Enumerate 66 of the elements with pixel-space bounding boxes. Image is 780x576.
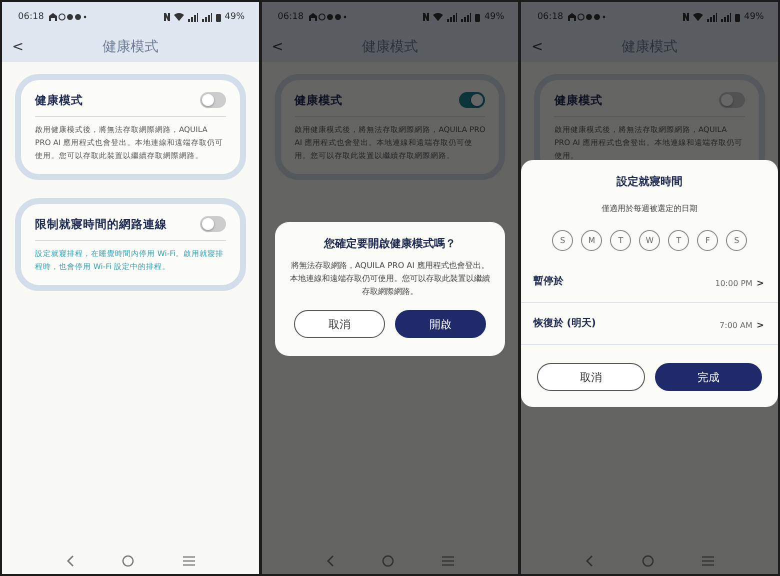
screen-title: 健康模式 — [101, 38, 160, 56]
menu-icon[interactable] — [182, 556, 195, 566]
toggle-switch[interactable] — [459, 92, 486, 108]
wifi-icon — [692, 13, 703, 21]
wifi-icon — [174, 13, 184, 21]
day-toggle[interactable]: S — [552, 230, 574, 251]
time-value: 7:00 AM — [720, 321, 752, 330]
day-toggle[interactable]: T — [668, 230, 690, 251]
time-label: 暫停於 — [533, 274, 564, 288]
time-label: 恢復於 (明天) — [533, 316, 596, 330]
day-toggle[interactable]: W — [639, 230, 660, 251]
confirm-button[interactable]: 開啟 — [395, 310, 486, 338]
signal-icon — [188, 12, 198, 22]
home-nav-icon[interactable] — [642, 555, 654, 567]
battery-icon — [216, 12, 221, 22]
signal-icon — [461, 12, 472, 22]
battery-icon — [734, 12, 740, 22]
dialog-title: 您確定要開啟健康模式嗎？ — [324, 236, 456, 251]
day-toggle[interactable]: T — [610, 230, 632, 251]
cancel-button[interactable]: 取消 — [537, 363, 645, 391]
home-nav-icon[interactable] — [122, 555, 134, 567]
chevron-icon: > — [756, 279, 764, 289]
menu-icon[interactable] — [442, 556, 454, 566]
status-time: 06:18 — [537, 12, 564, 22]
notification-icons — [48, 12, 88, 22]
dialog-message: 將無法存取網路，AQUILA PRO AI 應用程式也會登出。本地連線和遠端存取仍可使用。您可以存取此裝置以繼續存取網際網路。 — [288, 260, 491, 298]
setting-title: 限制就寢時間的網路連線 — [35, 216, 167, 232]
day-toggle[interactable]: S — [726, 230, 748, 251]
toggle-switch[interactable] — [200, 216, 226, 232]
time-row[interactable]: 恢復於 (明天) 7:00 AM > — [521, 303, 778, 345]
chevron-icon: > — [756, 321, 764, 331]
battery-percent: 49% — [224, 12, 245, 22]
status-time: 06:18 — [18, 12, 44, 22]
signal-icon — [706, 12, 717, 22]
back-button[interactable]: < — [12, 39, 32, 55]
time-value: 10:00 PM — [715, 279, 752, 288]
signal-icon — [202, 12, 212, 22]
cancel-button[interactable]: 取消 — [294, 310, 385, 338]
done-button[interactable]: 完成 — [654, 363, 762, 391]
sheet-title: 設定就寢時間 — [616, 174, 683, 189]
signal-icon — [720, 12, 731, 22]
status-time: 06:18 — [278, 12, 304, 22]
setting-title: 健康模式 — [554, 92, 602, 108]
nfc-icon — [682, 13, 689, 21]
battery-icon — [475, 12, 480, 22]
day-toggle[interactable]: M — [581, 230, 602, 251]
toggle-switch[interactable] — [200, 92, 226, 108]
notification-icons — [308, 12, 348, 22]
setting-title: 健康模式 — [294, 92, 343, 108]
day-toggle[interactable]: F — [697, 230, 718, 251]
toggle-switch[interactable] — [718, 92, 745, 108]
back-nav-icon[interactable] — [585, 555, 594, 567]
setting-title: 健康模式 — [35, 92, 83, 108]
notification-icons — [567, 12, 608, 22]
sheet-subtitle: 僅適用於每週被選定的日期 — [602, 203, 698, 214]
nfc-icon — [164, 13, 170, 21]
battery-percent: 49% — [484, 12, 504, 22]
wifi-icon — [433, 13, 444, 21]
time-row[interactable]: 暫停於 10:00 PM > — [521, 261, 778, 303]
battery-percent: 49% — [744, 12, 764, 22]
nfc-icon — [423, 13, 430, 21]
home-nav-icon[interactable] — [382, 555, 394, 567]
signal-icon — [447, 12, 458, 22]
back-nav-icon[interactable] — [326, 555, 334, 567]
back-nav-icon[interactable] — [66, 555, 74, 567]
menu-icon[interactable] — [702, 556, 714, 566]
